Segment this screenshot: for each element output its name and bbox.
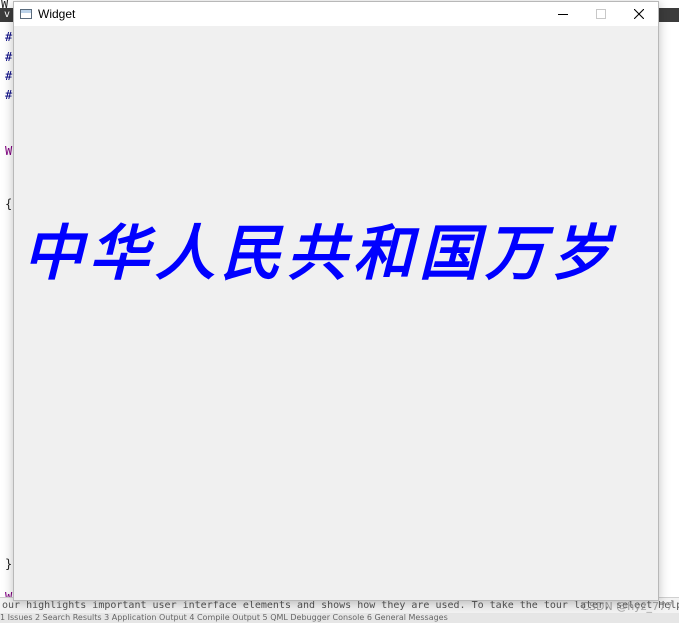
watermark: CSDN @hyz_777: [581, 600, 673, 613]
background-output-tabs: 1 Issues 2 Search Results 3 Application …: [0, 613, 679, 623]
maximize-button[interactable]: [582, 2, 620, 26]
window-title: Widget: [38, 7, 76, 21]
close-icon: [634, 9, 644, 19]
slogan-label: 中华人民共和国万岁: [23, 219, 617, 289]
screen: W v # # # # W { } W our highlights impor…: [0, 0, 679, 623]
background-code-line: #: [5, 88, 13, 102]
close-button[interactable]: [620, 2, 658, 26]
background-code-line: }: [5, 557, 13, 571]
background-code-line: W: [5, 144, 13, 158]
minimize-icon: [558, 14, 568, 15]
window-client-area: 中华人民共和国万岁: [14, 26, 658, 600]
window-titlebar[interactable]: Widget: [14, 2, 658, 26]
background-code-line: #: [5, 69, 13, 83]
background-dark-fragment: v: [4, 9, 11, 20]
maximize-icon: [596, 9, 606, 19]
minimize-button[interactable]: [544, 2, 582, 26]
app-window-icon: [20, 9, 32, 19]
background-code-line: #: [5, 30, 13, 44]
background-code-line: {: [5, 197, 13, 211]
background-code-line: #: [5, 50, 13, 64]
widget-window: Widget 中华人民共和国万岁: [13, 1, 659, 601]
window-controls: [544, 2, 658, 26]
